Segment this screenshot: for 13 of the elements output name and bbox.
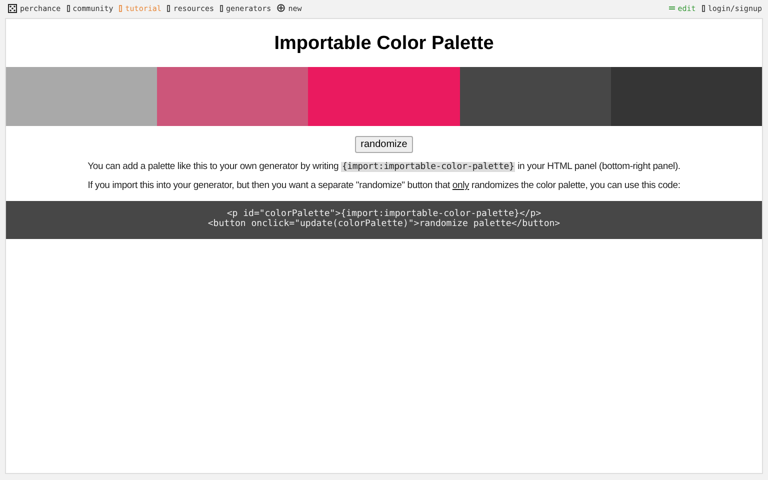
placeholder-glyph-icon [66,4,70,12]
instruction-text: You can add a palette like this to your own generator by writing {import:importable-color-palette} in your HTML panel (bottom-right panel). [86,161,682,172]
placeholder-glyph-icon [167,4,170,12]
instruction-text: If you import this into your generator, but then you want a separate "randomize" button that only randomizes the color palette, you can use this code: [86,180,682,191]
placeholder-glyph-icon [702,4,705,12]
pencil-icon [668,6,675,10]
placeholder-glyph-icon [119,4,122,12]
plus-icon [277,4,286,12]
page-title: Importable Color Palette [273,32,495,56]
code-block: <p id="colorPalette">{import:importable-color-palette}</p> <button onclick="update(colorPalette)">randomize palette</button> [6,201,762,239]
placeholder-glyph-icon [220,4,224,12]
randomize-button[interactable]: randomize [354,136,414,153]
dice-icon [8,4,17,12]
